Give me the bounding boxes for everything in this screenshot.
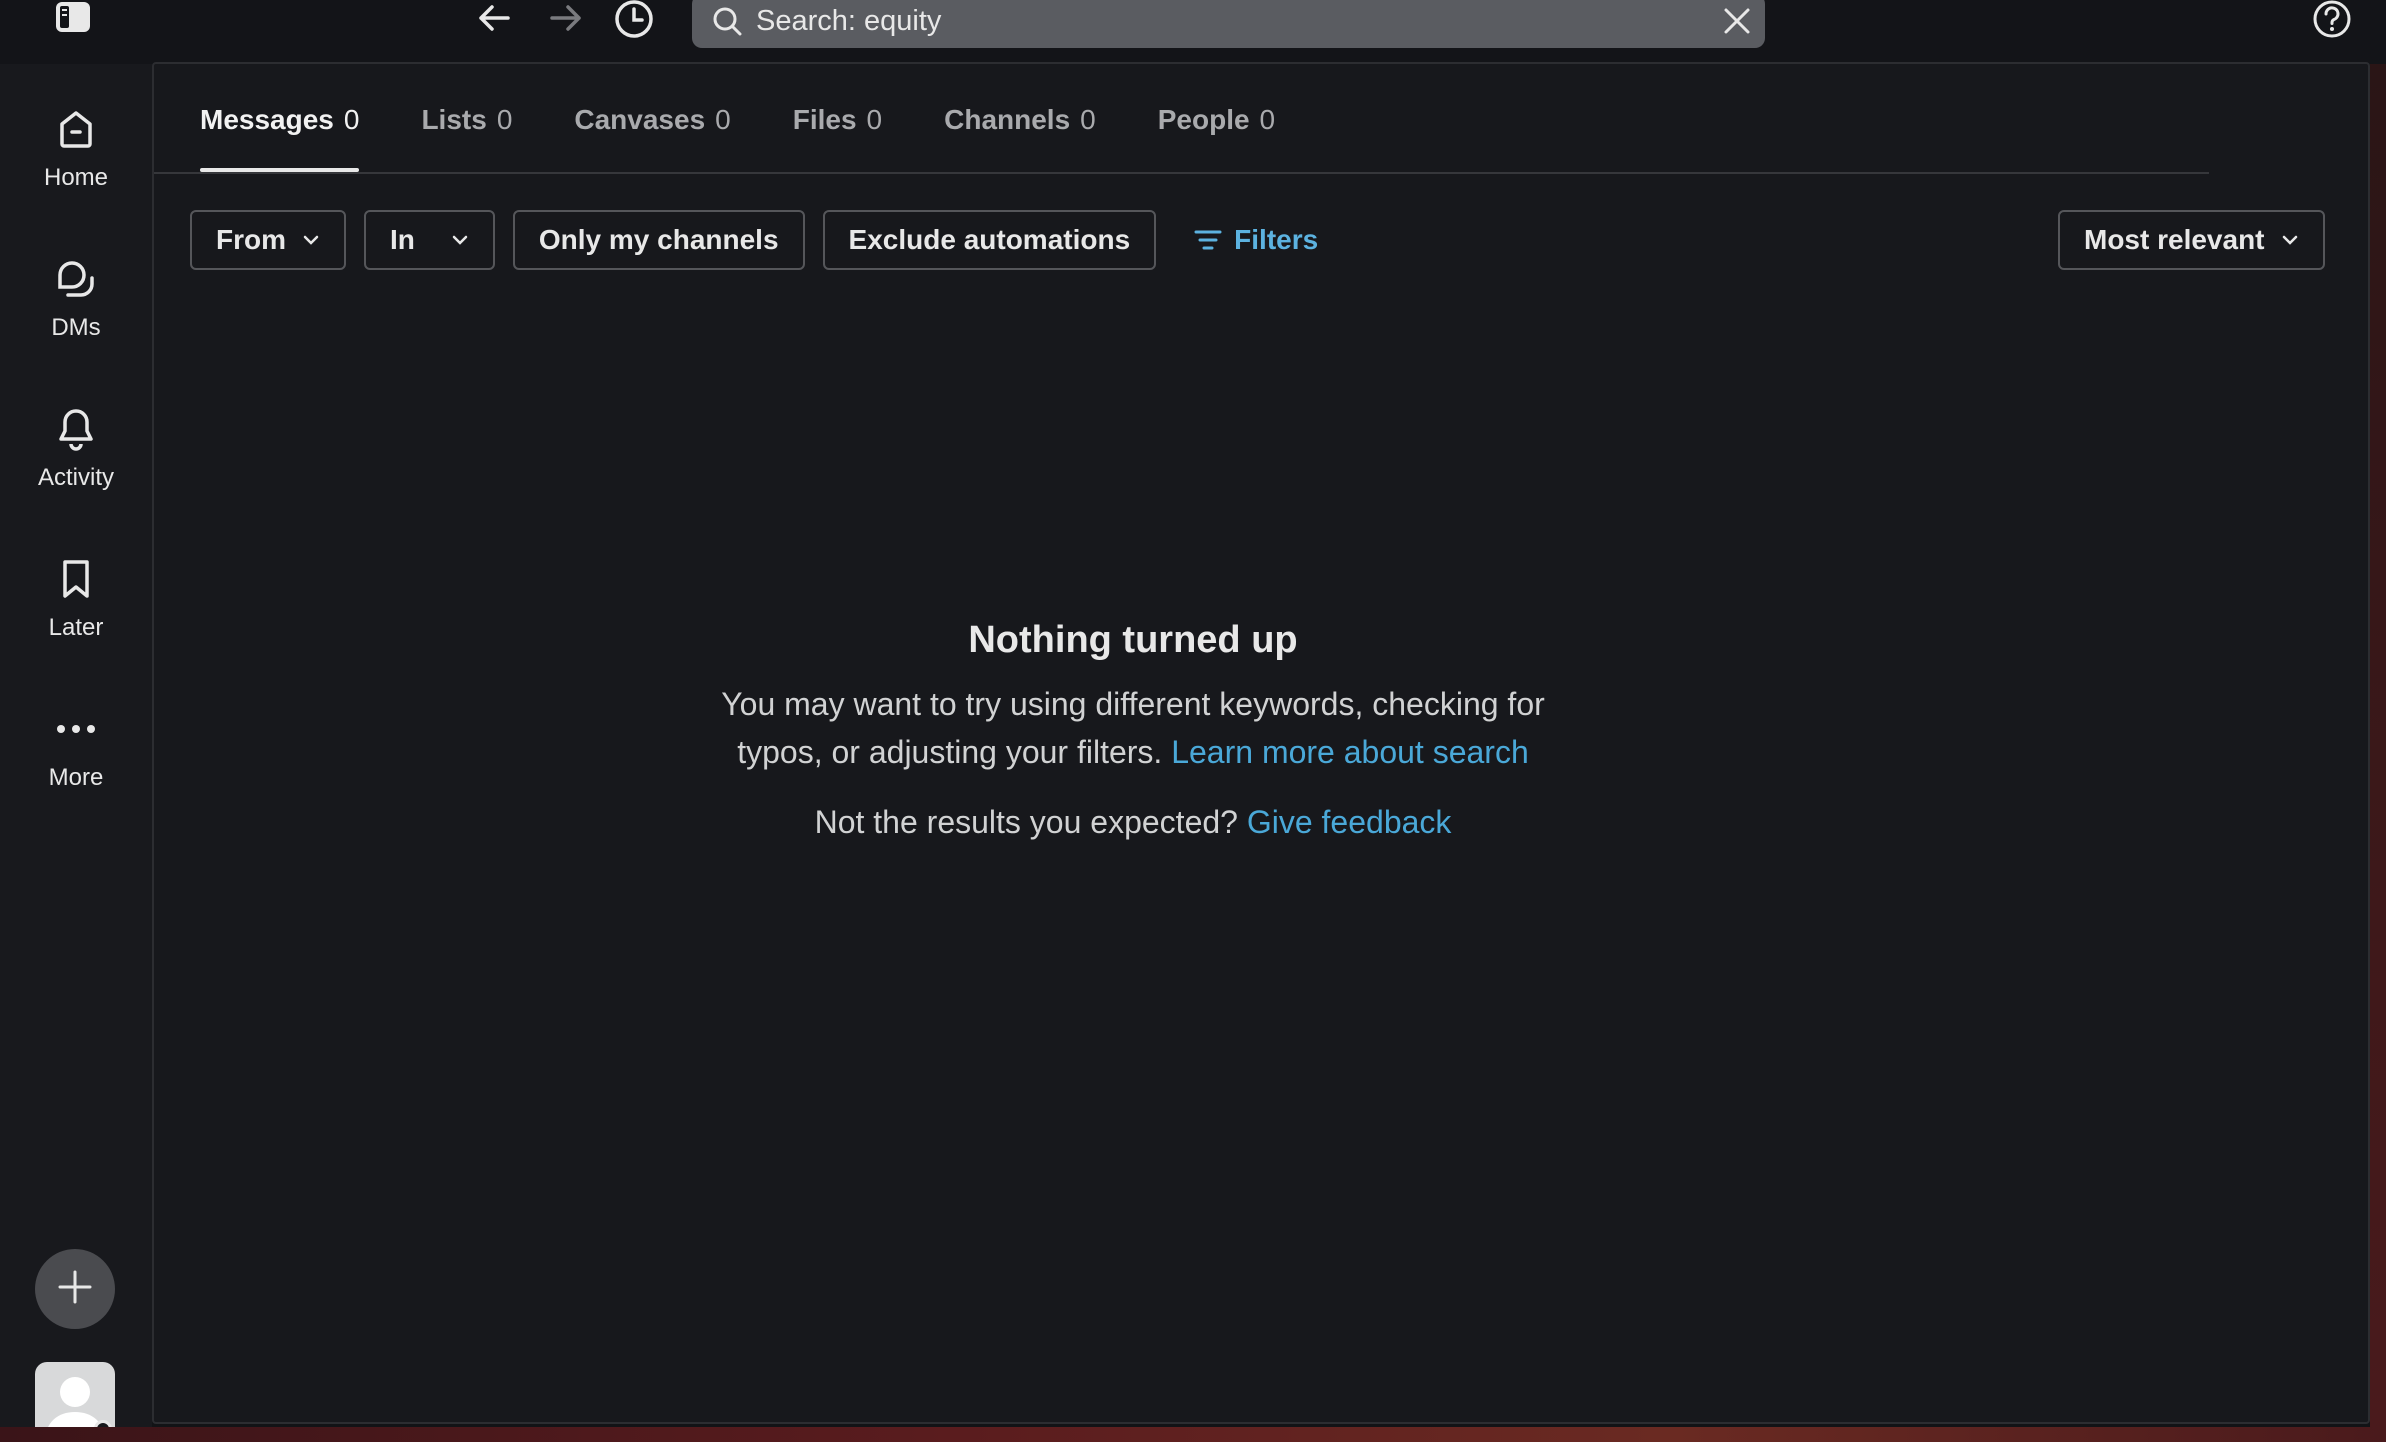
chevron-down-icon xyxy=(451,234,469,246)
tabs-divider xyxy=(154,172,2209,174)
tab-count: 0 xyxy=(496,104,513,135)
search-icon xyxy=(712,6,742,36)
back-arrow-icon[interactable] xyxy=(474,0,514,36)
rail-item-label: Home xyxy=(43,164,109,191)
only-my-channels-label: Only my channels xyxy=(538,224,779,255)
results-tabs: Messages 0 Lists 0 Canvases 0 Files 0 Channe… xyxy=(200,104,1337,172)
search-bar[interactable]: Search: equity xyxy=(692,0,1765,48)
tab-label: Files xyxy=(792,104,857,135)
sort-dropdown[interactable]: Most relevant xyxy=(2058,210,2325,270)
rail-item-label: More xyxy=(48,764,104,791)
from-filter-button[interactable]: From xyxy=(190,210,346,270)
in-filter-button[interactable]: In xyxy=(364,210,495,270)
history-icon[interactable] xyxy=(612,0,656,40)
learn-more-link[interactable]: Learn more about search xyxy=(1171,734,1529,770)
filters-label: Filters xyxy=(1234,224,1319,255)
give-feedback-link[interactable]: Give feedback xyxy=(1247,804,1452,840)
home-icon xyxy=(0,104,152,154)
filter-icon xyxy=(1194,228,1222,252)
forward-arrow-icon[interactable] xyxy=(546,0,586,36)
add-button[interactable] xyxy=(35,1249,115,1329)
only-my-channels-button[interactable]: Only my channels xyxy=(512,210,805,270)
rail-item-label: Activity xyxy=(37,464,114,491)
rail-item-dms[interactable]: DMs xyxy=(0,254,152,342)
top-bar: Search: equity xyxy=(0,0,2386,64)
rail-item-more[interactable]: More xyxy=(0,704,152,792)
tab-label: People xyxy=(1157,104,1250,135)
tab-count: 0 xyxy=(1080,104,1096,135)
more-icon xyxy=(0,704,152,754)
rail-item-label: DMs xyxy=(51,314,101,341)
tab-label: Lists xyxy=(421,104,487,135)
empty-state-message: You may want to try using different keyw… xyxy=(683,680,1583,776)
left-rail: Home DMs Activity Later More xyxy=(0,64,152,1442)
close-icon[interactable] xyxy=(1723,7,1751,35)
chevron-down-icon xyxy=(2281,234,2299,246)
desktop-background-strip xyxy=(0,1427,2386,1442)
chevron-down-icon xyxy=(302,234,320,246)
rail-item-later[interactable]: Later xyxy=(0,554,152,642)
tab-files[interactable]: Files 0 xyxy=(793,104,882,160)
rail-item-home[interactable]: Home xyxy=(0,104,152,192)
from-filter-label: From xyxy=(216,224,286,255)
in-filter-label: In xyxy=(390,224,415,255)
tab-count: 0 xyxy=(866,104,883,135)
search-results-panel: Messages 0 Lists 0 Canvases 0 Files 0 Channe… xyxy=(152,62,2370,1424)
filter-bar: From In Only my channels Exclude automat… xyxy=(190,210,1318,270)
tab-label: Channels xyxy=(944,104,1071,135)
rail-item-activity[interactable]: Activity xyxy=(0,404,152,492)
tab-messages[interactable]: Messages 0 xyxy=(200,104,360,172)
plus-icon xyxy=(56,1268,94,1311)
tab-channels[interactable]: Channels 0 xyxy=(944,104,1096,160)
bookmark-icon xyxy=(0,554,152,604)
bell-icon xyxy=(0,404,152,454)
filters-button[interactable]: Filters xyxy=(1194,224,1318,256)
tab-count: 0 xyxy=(715,104,731,135)
help-icon[interactable] xyxy=(2310,0,2354,40)
sidebar-toggle-icon[interactable] xyxy=(54,0,92,34)
feedback-line: Not the results you expected? Give feedb… xyxy=(154,804,2112,841)
search-query-text[interactable]: Search: equity xyxy=(756,5,1723,38)
tab-count: 0 xyxy=(343,104,360,135)
empty-state: Nothing turned up You may want to try us… xyxy=(154,619,2112,841)
desktop-background-edge xyxy=(2370,64,2386,1427)
empty-state-title: Nothing turned up xyxy=(968,619,1298,661)
dms-icon xyxy=(0,254,152,304)
tab-label: Messages xyxy=(200,104,334,135)
tab-lists[interactable]: Lists 0 xyxy=(421,104,512,160)
exclude-automations-button[interactable]: Exclude automations xyxy=(822,210,1157,270)
rail-item-label: Later xyxy=(48,614,104,641)
tab-canvases[interactable]: Canvases 0 xyxy=(574,104,730,160)
tab-count: 0 xyxy=(1259,104,1276,135)
exclude-automations-label: Exclude automations xyxy=(848,224,1131,255)
sort-button[interactable]: Most relevant xyxy=(2058,210,2325,270)
sort-label: Most relevant xyxy=(2084,224,2265,255)
tab-label: Canvases xyxy=(574,104,706,135)
feedback-prompt: Not the results you expected? xyxy=(814,804,1238,840)
tab-people[interactable]: People 0 xyxy=(1158,104,1275,160)
